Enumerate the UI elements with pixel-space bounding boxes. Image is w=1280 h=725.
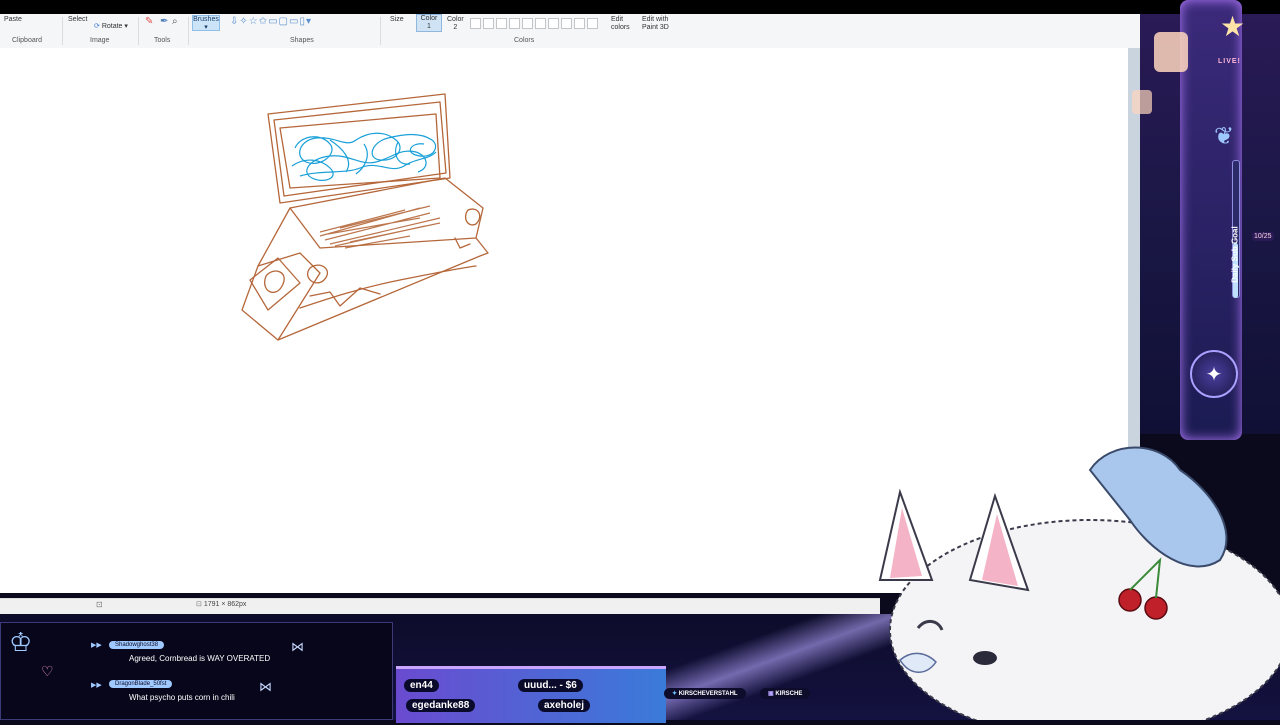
color-swatch[interactable] xyxy=(496,18,507,29)
rotate-button[interactable]: ⟳ Rotate ▾ xyxy=(94,22,128,30)
tools-group-label: Tools xyxy=(154,37,171,44)
twitch-handle-text: KIRSCHE xyxy=(775,691,803,697)
color-swatch[interactable] xyxy=(483,18,494,29)
shapes-gallery-icon[interactable]: ⇩✧☆✩▭▢▭▯▾ xyxy=(230,16,312,27)
ribbon-divider xyxy=(62,17,63,45)
ribbon-divider xyxy=(380,17,381,45)
lantern-decoration xyxy=(1154,32,1188,72)
color2-number: 2 xyxy=(453,24,458,31)
brushes-button[interactable]: Brushes ▾ xyxy=(192,15,220,31)
brushes-label: Brushes xyxy=(193,16,219,23)
ticker-item: axeholej xyxy=(538,699,591,712)
color-swatch[interactable] xyxy=(509,18,520,29)
cat-mascot-icon: ♔ xyxy=(9,627,33,657)
paste-button[interactable]: Paste xyxy=(4,16,22,23)
size-button[interactable]: Size xyxy=(390,16,404,23)
color-swatch[interactable] xyxy=(522,18,533,29)
ticker-item: en44 xyxy=(404,679,439,692)
color-swatch[interactable] xyxy=(535,18,546,29)
top-bar xyxy=(0,0,1280,14)
eraser-tool-icon[interactable]: ✎ xyxy=(145,16,153,27)
color2-button[interactable]: Color 2 xyxy=(447,16,464,32)
color-swatch[interactable] xyxy=(470,18,481,29)
selection-size-icon: ⊡ xyxy=(96,600,103,609)
image-group-label: Image xyxy=(90,37,110,44)
twitter-handle-text: KIRSCHEVERSTAHL xyxy=(678,691,738,697)
chat-arrow-icon: ▶▶ xyxy=(91,642,102,649)
colors-group-label: Colors xyxy=(514,37,535,44)
chat-username: Shadowghost38 xyxy=(109,641,165,649)
color-swatch[interactable] xyxy=(574,18,585,29)
chat-arrow-icon: ▶▶ xyxy=(91,682,102,689)
color2-label: Color xyxy=(447,16,464,23)
canvas-dimensions: ⊡ 1791 × 862px xyxy=(196,600,246,608)
sparkle-icon: ✦ xyxy=(1190,350,1238,398)
status-bar xyxy=(0,598,880,615)
heart-icon: ♡ xyxy=(41,663,54,679)
bow-icon: ⋈ xyxy=(291,639,304,654)
cat-avatar-drawing xyxy=(878,446,1280,725)
rotate-icon: ⟳ xyxy=(94,23,100,30)
ticker-item: egedanke88 xyxy=(406,699,476,712)
color-swatch[interactable] xyxy=(561,18,572,29)
rotate-label: Rotate xyxy=(101,23,123,30)
color1-number: 1 xyxy=(427,23,431,30)
chat-box: ♔ ♡ ▶▶ Shadowghost38 Agreed, Cornbread i… xyxy=(0,622,393,720)
chat-message: Agreed, Cornbread is WAY OVERATED xyxy=(129,654,271,663)
canvas-dimensions-text: 1791 × 862px xyxy=(203,601,247,608)
color-swatch[interactable] xyxy=(548,18,559,29)
clipboard-group-label: Clipboard xyxy=(12,37,42,44)
chat-username: DragonBlade_50fst xyxy=(109,680,173,688)
color1-button[interactable]: Color 1 xyxy=(416,14,442,32)
ribbon-divider xyxy=(138,17,139,45)
shapes-group-label: Shapes xyxy=(290,37,314,44)
magnifier-icon[interactable]: ⌕ xyxy=(172,16,178,27)
paint-ribbon: Paste Select ⟳ Rotate ▾ ✎ ✒ ⌕ Brushes ▾ ⇩… xyxy=(0,14,1140,49)
arcade-sketch-outline xyxy=(241,93,489,341)
arcade-sketch-screen-scribble xyxy=(291,132,437,181)
star-icon: ★ xyxy=(1220,11,1246,42)
subgoal-label: Daily Sub Goal xyxy=(1230,226,1240,283)
subgoal-count: 10/25 xyxy=(1252,232,1274,241)
vtuber-avatar xyxy=(860,430,1280,725)
twitter-icon: ✦ xyxy=(672,691,679,697)
color1-label: Color xyxy=(420,15,438,22)
color-picker-icon[interactable]: ✒ xyxy=(160,16,168,27)
twitch-handle: ▣ KIRSCHE xyxy=(760,688,811,699)
chat-message: What psycho puts corn in chili xyxy=(129,693,235,702)
ribbon-divider xyxy=(188,17,189,45)
ticker-item: uuud... - $6 xyxy=(518,679,583,692)
edit-colors-button[interactable]: Edit colors xyxy=(611,16,633,32)
lantern-decoration xyxy=(1132,90,1152,114)
butterfly-icon: ❦ xyxy=(1214,123,1235,150)
twitter-handle: ✦ KIRSCHEVERSTAHL xyxy=(664,688,746,699)
canvas-size-icon: ⊡ xyxy=(196,601,204,608)
event-ticker: en44 uuud... - $6 egedanke88 axeholej xyxy=(396,666,666,723)
bow-icon: ⋈ xyxy=(259,679,272,694)
select-button[interactable]: Select xyxy=(68,16,87,23)
color-swatch[interactable] xyxy=(587,18,598,29)
live-badge: LIVE! xyxy=(1218,58,1241,65)
edit-with-paint3d-button[interactable]: Edit with Paint 3D xyxy=(642,16,678,32)
